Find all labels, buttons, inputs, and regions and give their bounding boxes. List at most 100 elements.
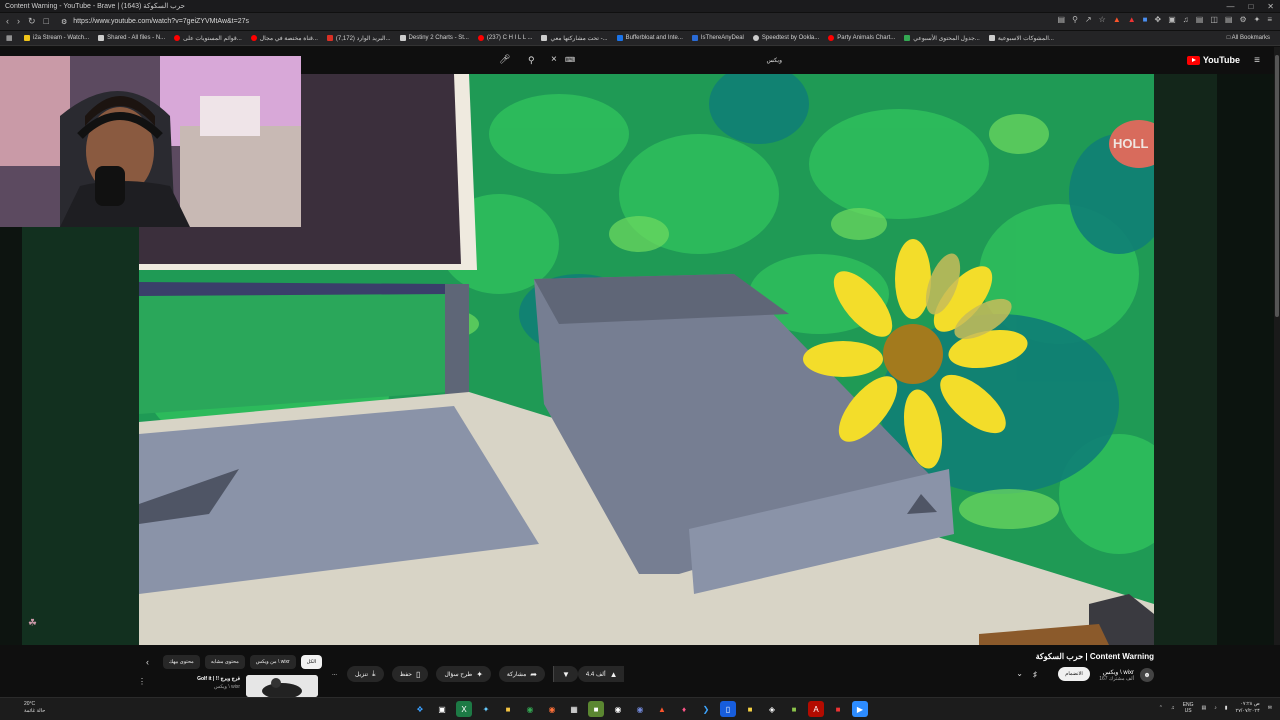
chrome-icon[interactable]: ◉ [522, 701, 538, 717]
apps-grid-icon[interactable]: ▦ [6, 34, 13, 42]
discord-icon[interactable]: ◉ [632, 701, 648, 717]
notes-icon[interactable]: ■ [742, 701, 758, 717]
bookmark-item[interactable]: Bufferbloat and Inte... [616, 35, 683, 41]
app-icon-2[interactable]: ▦ [566, 701, 582, 717]
chip-from-channel[interactable]: من ويكس \ wixr [249, 655, 296, 669]
install-app-icon[interactable]: ▤ [1058, 15, 1066, 24]
site-settings-icon[interactable]: ⚙ [61, 18, 67, 26]
volume-icon[interactable]: ♪ [1214, 705, 1217, 711]
app-icon-6[interactable]: ■ [830, 701, 846, 717]
clock[interactable]: ۰۷:۲۸ ص ۲۷/۰۷/۲۰۲۴ [1236, 701, 1260, 715]
bookmark-item[interactable]: (237) C H I L L ... [477, 35, 532, 41]
minimize-icon[interactable]: — [1226, 2, 1234, 11]
brave-shields-icon[interactable]: ▲ [1113, 15, 1121, 24]
chip-related[interactable]: محتوى مشابه [204, 655, 245, 669]
all-bookmarks-button[interactable]: □ All Bookmarks [1227, 35, 1270, 41]
more-vert-icon[interactable]: ⋮ [138, 677, 146, 686]
wallet-icon[interactable]: ▤ [1225, 15, 1233, 24]
reload-icon[interactable]: ↻ [28, 16, 36, 27]
brave-icon[interactable]: ▲ [654, 701, 670, 717]
channel-info[interactable]: ويكس \ wixr 167 ألف مشترك ☻ [1099, 668, 1154, 682]
start-icon[interactable]: ❖ [412, 701, 428, 717]
chip-for-you[interactable]: محتوى بيهك [163, 655, 200, 669]
chips-prev-icon[interactable]: ‹ [146, 657, 149, 667]
leo-icon[interactable]: ✦ [1254, 15, 1261, 24]
recommended-video[interactable]: Golf it | !! فرج وبرج ويكس \ wixr [185, 675, 318, 697]
maximize-icon[interactable]: □ [1248, 2, 1253, 11]
back-icon[interactable]: ‹ [6, 16, 9, 27]
search-input[interactable]: × ⌨ ويكس [545, 54, 790, 68]
notifications-icon[interactable]: ✉ [1268, 705, 1272, 711]
bookmark-item[interactable]: Shared - All files - N... [98, 35, 165, 41]
forward-icon[interactable]: › [17, 16, 20, 27]
save-button[interactable]: حفظ ▯ [391, 666, 429, 682]
app-icon-5[interactable]: ■ [786, 701, 802, 717]
extension-icon-2[interactable]: ✥ [1155, 15, 1162, 24]
sidebar-icon[interactable]: ◫ [1210, 15, 1218, 24]
language-indicator[interactable]: ENG US [1183, 702, 1194, 714]
share-button[interactable]: مشاركة ➦ [498, 666, 545, 682]
extension-icon-1[interactable]: ■ [1143, 15, 1148, 24]
zoom-app-icon[interactable]: ▶ [852, 701, 868, 717]
download-button[interactable]: تنزيل ⤓ [347, 666, 384, 682]
tray-overflow-icon[interactable]: ⌃ [1159, 705, 1163, 711]
keyboard-icon[interactable]: ⌨ [565, 56, 575, 64]
more-actions-button[interactable]: ... [330, 666, 339, 682]
chip-all[interactable]: الكل [300, 655, 323, 669]
bookmark-page-icon[interactable]: □ [44, 16, 49, 27]
star-icon[interactable]: ☆ [1099, 15, 1106, 24]
bookmark-item[interactable]: Speedtest by Ookla... [752, 35, 819, 41]
extension-icon-4[interactable]: ♫ [1183, 15, 1189, 24]
bookmark-item[interactable]: i2a Stream - Watch... [24, 35, 89, 41]
scrollbar-thumb[interactable] [1275, 55, 1279, 317]
bookmark-item[interactable]: تحت مشاركتها معي -... [541, 35, 608, 42]
bookmark-item[interactable]: (7,172) البريد الوارد... [326, 35, 391, 42]
bookmark-item[interactable]: Party Animals Chart... [828, 35, 895, 41]
acrobat-icon[interactable]: A [808, 701, 824, 717]
page-scrollbar[interactable] [1274, 47, 1280, 647]
app-icon-1[interactable]: ✦ [478, 701, 494, 717]
vscode-icon[interactable]: ❯ [698, 701, 714, 717]
app-icon-3[interactable]: ♦ [676, 701, 692, 717]
bookmark-item[interactable]: المشوكات الاسبوعية... [988, 35, 1054, 42]
side-shortcut-icon[interactable]: ☘ [28, 618, 42, 632]
menu-icon[interactable]: ≡ [1267, 15, 1272, 24]
task-view-icon[interactable]: ▣ [434, 701, 450, 717]
minecraft-icon[interactable]: ■ [588, 701, 604, 717]
join-button[interactable]: الانضمام [1058, 667, 1090, 681]
channel-avatar[interactable]: ☻ [1140, 668, 1154, 682]
bookmark-item[interactable]: Destiny 2 Charts - St... [399, 35, 469, 41]
bookmark-item[interactable]: قوائم المستويات على... [174, 35, 242, 42]
excel-icon[interactable]: X [456, 701, 472, 717]
dislike-button[interactable]: ▼ [553, 666, 578, 682]
bookmark-item[interactable]: جدول المحتوى الأسبوعي... [904, 35, 980, 42]
close-icon[interactable]: ✕ [1267, 2, 1274, 11]
bookmark-item[interactable]: IsThereAnyDeal [691, 35, 744, 41]
like-button[interactable]: 4.4 ألف ▲ [577, 666, 624, 682]
guide-menu-icon[interactable]: ≡ [1254, 55, 1260, 66]
youtube-logo[interactable]: YouTube [1186, 55, 1240, 65]
share-icon[interactable]: ↗ [1085, 15, 1092, 24]
bookmark-item[interactable]: قناة مختصة في مجال... [250, 35, 318, 42]
speaker-icon[interactable]: ♫ [1171, 705, 1175, 711]
ask-button[interactable]: طرح سؤال ✦ [436, 666, 491, 682]
app-icon-4[interactable]: ◈ [764, 701, 780, 717]
file-explorer-icon[interactable]: ■ [500, 701, 516, 717]
vpn-icon[interactable]: ⚙ [1239, 15, 1246, 24]
search-icon[interactable]: ⚲ [528, 55, 535, 66]
address-field[interactable]: ⚙ https://www.youtube.com/watch?v=7geiZY… [61, 18, 249, 26]
notification-bell-icon[interactable]: ♯ [1033, 670, 1037, 679]
wifi-icon[interactable]: ▤ [1202, 705, 1207, 711]
extension-icon-5[interactable]: ▤ [1196, 15, 1204, 24]
obs-icon[interactable]: ◉ [610, 701, 626, 717]
weather-widget[interactable]: 20°C حالة غائمة [24, 701, 45, 715]
voice-search-icon[interactable]: 🎤︎ [499, 54, 510, 65]
zoom-icon[interactable]: ⚲ [1072, 15, 1078, 24]
rewards-icon[interactable]: ▲ [1128, 15, 1136, 24]
firefox-icon[interactable]: ◉ [544, 701, 560, 717]
clear-search-icon[interactable]: × [551, 54, 557, 65]
extension-icon-3[interactable]: ▣ [1168, 15, 1176, 24]
battery-icon[interactable]: ▮ [1225, 705, 1228, 711]
chevron-down-icon[interactable]: ⌄ [1016, 669, 1023, 678]
bitwarden-icon[interactable]: ▯ [720, 701, 736, 717]
